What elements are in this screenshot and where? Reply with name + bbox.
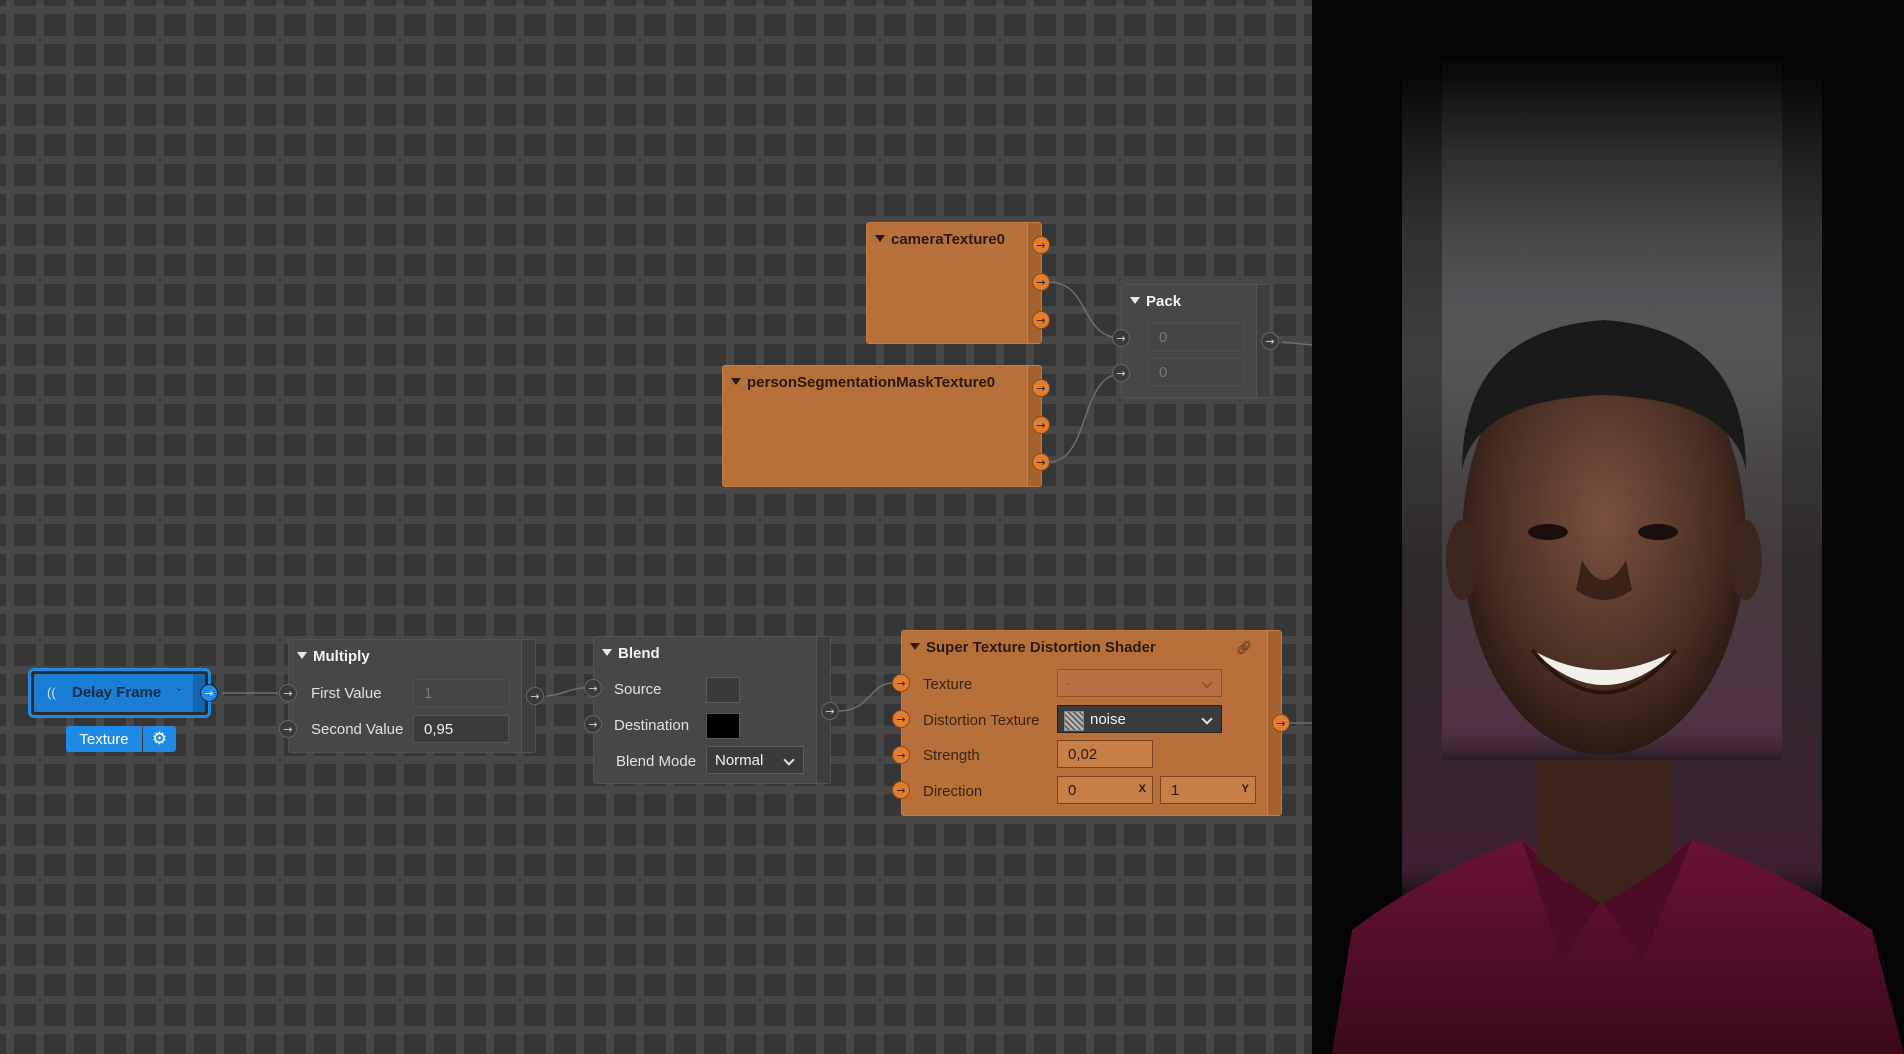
- shader-distortion-input-port[interactable]: →: [892, 710, 910, 728]
- shader-strength-input-port[interactable]: →: [892, 746, 910, 764]
- node-title: Pack: [1130, 293, 1181, 310]
- gear-icon: ⚙: [151, 729, 168, 748]
- person-segmentation-node[interactable]: personSegmentationMaskTexture0: [722, 365, 1042, 487]
- distortion-shader-node[interactable]: Super Texture Distortion Shader 🔗︎ Textu…: [901, 630, 1282, 816]
- second-value-field[interactable]: 0,95: [413, 715, 509, 743]
- axis-x-label: X: [1138, 783, 1146, 795]
- first-value-label: First Value: [311, 685, 382, 702]
- texture-dropdown[interactable]: -: [1057, 669, 1222, 697]
- direction-x-value: 0: [1068, 782, 1077, 799]
- blend-node[interactable]: Blend Source Destination Blend Mode Norm…: [593, 636, 831, 784]
- direction-y-field[interactable]: 1 Y: [1160, 776, 1256, 804]
- direction-y-value: 1: [1171, 782, 1180, 799]
- multiply-output-port[interactable]: →: [526, 687, 544, 705]
- node-title: Multiply: [297, 648, 370, 665]
- distortion-texture-label: Distortion Texture: [923, 712, 1040, 729]
- axis-y-label: Y: [1241, 783, 1249, 795]
- pack-input-port-1[interactable]: →: [1112, 329, 1130, 347]
- direction-x-field[interactable]: 0 X: [1057, 776, 1153, 804]
- gear-button[interactable]: ⚙: [143, 726, 176, 752]
- direction-label: Direction: [923, 783, 983, 800]
- preview-image: [1312, 0, 1904, 1054]
- node-title: Blend: [602, 645, 660, 662]
- pack-node[interactable]: Pack 0 0: [1121, 284, 1271, 398]
- blend-destination-input-port[interactable]: →: [584, 715, 602, 733]
- delay-frame-body: (( Delay Frame ⌄: [34, 674, 205, 712]
- multiply-second-input-port[interactable]: →: [279, 720, 297, 738]
- destination-label: Destination: [614, 717, 690, 734]
- strength-field[interactable]: 0,02: [1057, 740, 1153, 768]
- camera-output-port-3[interactable]: →: [1032, 311, 1050, 329]
- person-output-port-2[interactable]: →: [1032, 416, 1050, 434]
- collapse-triangle-icon[interactable]: [731, 378, 741, 385]
- pack-output-port[interactable]: →: [1261, 332, 1279, 350]
- node-title: Super Texture Distortion Shader: [910, 639, 1156, 656]
- source-color-swatch[interactable]: [706, 677, 740, 703]
- texture-value: -: [1066, 675, 1071, 692]
- collapse-triangle-icon[interactable]: [875, 235, 885, 242]
- chevron-down-icon: [1201, 677, 1213, 689]
- collapse-triangle-icon[interactable]: [602, 649, 612, 656]
- blend-mode-label: Blend Mode: [616, 753, 697, 770]
- shader-texture-input-port[interactable]: →: [892, 674, 910, 692]
- strength-label: Strength: [923, 747, 980, 764]
- person-output-port-3[interactable]: →: [1032, 453, 1050, 471]
- first-value-field[interactable]: 1: [413, 679, 509, 707]
- signal-icon: ((: [47, 685, 56, 700]
- collapse-triangle-icon[interactable]: [297, 652, 307, 659]
- pack-input-port-2[interactable]: →: [1112, 364, 1130, 382]
- multiply-node[interactable]: Multiply First Value 1 Second Value 0,95: [288, 639, 536, 753]
- destination-color-swatch[interactable]: [706, 713, 740, 739]
- camera-texture-node[interactable]: cameraTexture0: [866, 222, 1042, 344]
- delay-frame-output-port[interactable]: →: [200, 684, 218, 702]
- pack-value-1-field[interactable]: 0: [1148, 323, 1244, 351]
- distortion-texture-value: noise: [1090, 711, 1126, 728]
- camera-output-port-1[interactable]: →: [1032, 236, 1050, 254]
- node-title: cameraTexture0: [875, 231, 1005, 248]
- collapse-triangle-icon[interactable]: [910, 643, 920, 650]
- node-title: personSegmentationMaskTexture0: [731, 374, 995, 391]
- connection-wires: [222, 281, 1312, 724]
- collapse-triangle-icon[interactable]: [1130, 297, 1140, 304]
- chevron-down-icon: [1201, 713, 1213, 725]
- node-title: Delay Frame: [72, 684, 162, 701]
- link-icon[interactable]: 🔗︎: [1236, 640, 1253, 656]
- person-output-port-1[interactable]: →: [1032, 379, 1050, 397]
- pack-value-2-field[interactable]: 0: [1148, 358, 1244, 386]
- shader-output-port[interactable]: →: [1272, 714, 1290, 732]
- patch-editor-canvas[interactable]: cameraTexture0 → → → personSegmentationM…: [0, 0, 1312, 1054]
- blend-mode-dropdown[interactable]: Normal: [706, 746, 804, 774]
- preview-viewport: [1312, 0, 1904, 1054]
- second-value-label: Second Value: [311, 721, 404, 738]
- multiply-first-input-port[interactable]: →: [279, 684, 297, 702]
- chevron-down-icon: [783, 754, 795, 766]
- blend-mode-value: Normal: [715, 752, 764, 769]
- texture-pill[interactable]: Texture: [66, 726, 142, 752]
- camera-output-port-2[interactable]: →: [1032, 273, 1050, 291]
- noise-thumbnail: [1064, 711, 1084, 731]
- texture-label: Texture: [923, 676, 973, 693]
- blend-source-input-port[interactable]: →: [584, 679, 602, 697]
- blend-output-port[interactable]: →: [821, 702, 839, 720]
- source-label: Source: [614, 681, 662, 698]
- distortion-texture-dropdown[interactable]: noise: [1057, 705, 1222, 733]
- shader-direction-input-port[interactable]: →: [892, 781, 910, 799]
- delay-frame-node[interactable]: (( Delay Frame ⌄: [28, 668, 211, 718]
- texture-pill-label: Texture: [79, 731, 129, 748]
- chevron-down-icon[interactable]: ⌄: [175, 683, 183, 694]
